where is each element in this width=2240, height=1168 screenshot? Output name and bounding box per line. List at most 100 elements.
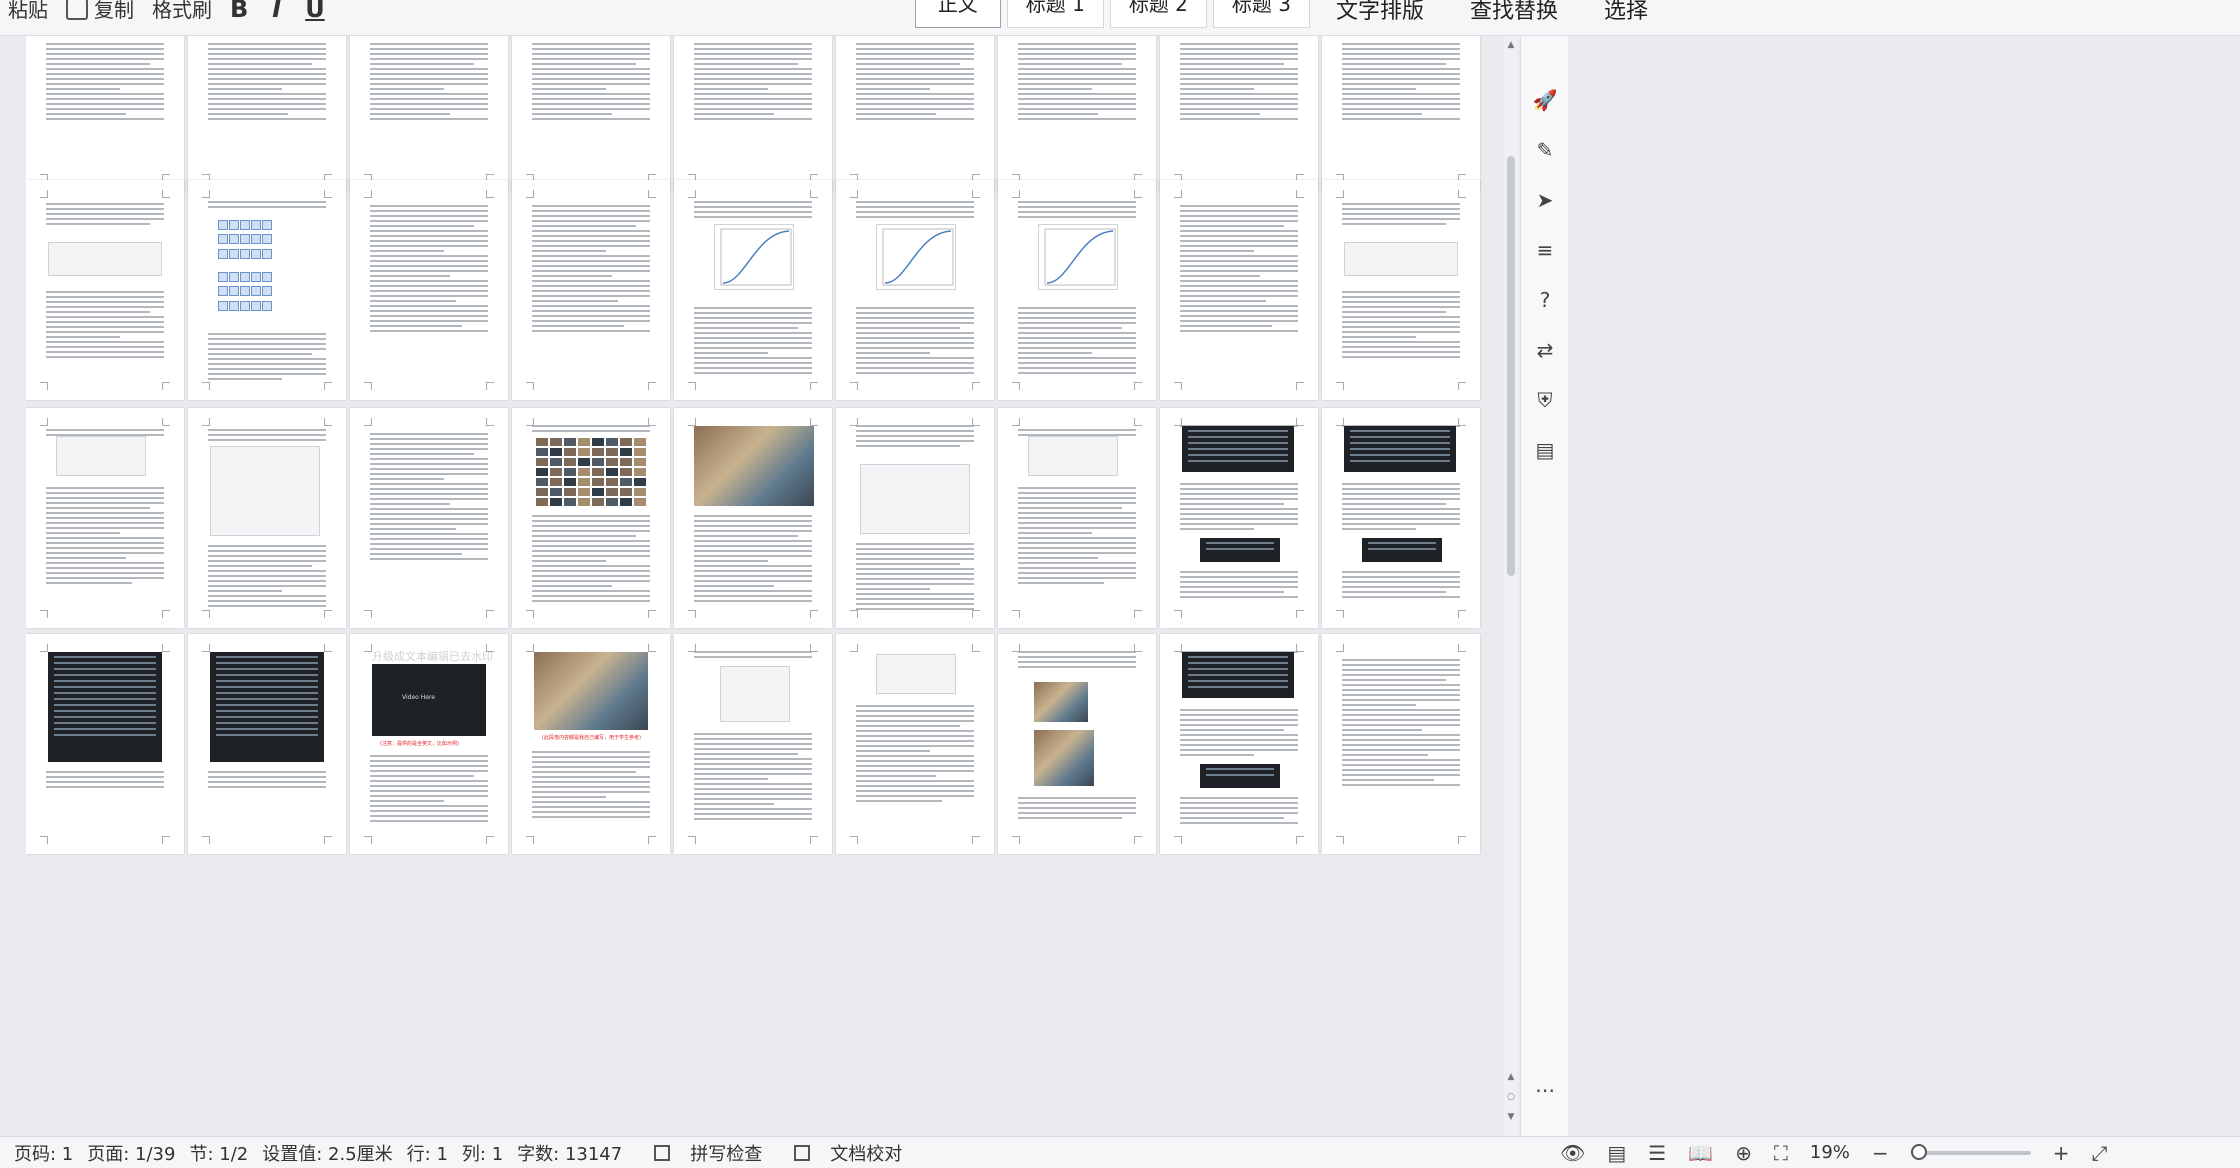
shield-icon[interactable]: ⛨: [1531, 386, 1559, 414]
status-section[interactable]: 节: 1/2: [189, 1140, 248, 1166]
document-page-thumbnail[interactable]: [674, 408, 832, 628]
sliders-icon[interactable]: ≡: [1531, 236, 1559, 264]
document-page-thumbnail[interactable]: [1322, 634, 1480, 854]
zoom-slider[interactable]: [1910, 1143, 2031, 1160]
fit-icon[interactable]: ⛶: [1774, 1141, 1788, 1165]
book-icon[interactable]: ▤: [1531, 436, 1559, 464]
mosaic-tile: [592, 448, 604, 456]
document-page-thumbnail[interactable]: [188, 36, 346, 192]
prev-page-icon[interactable]: ▲: [1506, 1072, 1516, 1082]
document-page-thumbnail[interactable]: [1322, 36, 1480, 192]
document-page-thumbnail[interactable]: [998, 36, 1156, 192]
page-text-block: [694, 198, 812, 221]
document-page-thumbnail[interactable]: [674, 634, 832, 854]
status-setting[interactable]: 设置值: 2.5厘米: [262, 1140, 392, 1166]
zoom-level[interactable]: 19%: [1810, 1142, 1850, 1163]
document-page-thumbnail[interactable]: [998, 180, 1156, 400]
mosaic-tile: [592, 468, 604, 476]
document-page-thumbnail[interactable]: [512, 36, 670, 192]
read-view-icon[interactable]: 📖: [1688, 1141, 1713, 1165]
text-line: [694, 778, 769, 780]
document-page-thumbnail[interactable]: [188, 408, 346, 628]
find-replace-button[interactable]: 查找替换: [1470, 0, 1558, 25]
cursor-icon[interactable]: ➤: [1531, 186, 1559, 214]
document-page-thumbnail[interactable]: [512, 408, 670, 628]
page-view-icon[interactable]: ▤: [1607, 1141, 1626, 1165]
scroll-up-arrow-icon[interactable]: ▲: [1506, 40, 1516, 50]
document-page-thumbnail[interactable]: [998, 634, 1156, 854]
zoom-slider-knob[interactable]: [1910, 1143, 1927, 1160]
document-page-thumbnail[interactable]: [350, 180, 508, 400]
document-page-thumbnail[interactable]: [674, 180, 832, 400]
document-page-thumbnail[interactable]: [350, 408, 508, 628]
document-page-thumbnail[interactable]: [1160, 408, 1318, 628]
status-row[interactable]: 行: 1: [407, 1140, 448, 1166]
more-icon[interactable]: ⋯: [1531, 1076, 1559, 1104]
document-page-thumbnail[interactable]: [188, 180, 346, 400]
bold-button[interactable]: B: [230, 0, 248, 23]
eye-icon[interactable]: 👁: [1560, 1141, 1585, 1165]
document-page-thumbnail[interactable]: [1160, 36, 1318, 192]
text-line: [1180, 503, 1284, 505]
outline-view-icon[interactable]: ☰: [1648, 1141, 1666, 1165]
doc-proof-button[interactable]: 文档校对: [780, 1140, 902, 1166]
document-page-thumbnail[interactable]: [998, 408, 1156, 628]
style-heading-1[interactable]: 标题 1: [1006, 0, 1104, 28]
document-page-thumbnail[interactable]: [1322, 180, 1480, 400]
text-line: [46, 321, 164, 323]
document-page-thumbnail[interactable]: [836, 36, 994, 192]
fullscreen-icon[interactable]: ⤢: [2091, 1141, 2107, 1165]
text-line: [1180, 749, 1298, 751]
next-page-icon[interactable]: ▼: [1506, 1112, 1516, 1122]
document-page-thumbnail[interactable]: [1160, 180, 1318, 400]
document-page-thumbnail[interactable]: [512, 180, 670, 400]
translate-icon[interactable]: ⇄: [1531, 336, 1559, 364]
document-page-thumbnail[interactable]: (此段落内容都是我自己编写，用于学生参考): [512, 634, 670, 854]
status-page-code[interactable]: 页码: 1: [14, 1140, 73, 1166]
copy-button[interactable]: 复制: [66, 0, 134, 27]
status-word-count[interactable]: 字数: 13147: [517, 1140, 622, 1166]
document-pages-area[interactable]: Video Here 升级成文本编辑已去水印 (注意：提供的是全英文，比如示例) (此…: [26, 36, 1496, 1136]
document-page-thumbnail[interactable]: [26, 36, 184, 192]
format-painter-button[interactable]: 格式刷: [152, 0, 212, 27]
page-text-block: [1342, 288, 1460, 361]
document-page-thumbnail[interactable]: [836, 634, 994, 854]
italic-button[interactable]: I: [272, 0, 281, 23]
status-col[interactable]: 列: 1: [462, 1140, 503, 1166]
web-view-icon[interactable]: ⊕: [1735, 1141, 1752, 1165]
document-page-thumbnail[interactable]: [836, 408, 994, 628]
zoom-in-icon[interactable]: +: [2053, 1141, 2070, 1165]
page-select-icon[interactable]: ○: [1506, 1092, 1516, 1102]
underline-button[interactable]: U: [305, 0, 325, 23]
page-text-block: [208, 768, 326, 791]
vertical-scrollbar[interactable]: ▲ ▲ ○ ▼: [1504, 36, 1518, 1136]
text-layout-button[interactable]: 文字排版: [1336, 0, 1424, 25]
spell-check-button[interactable]: 拼写检查: [640, 1140, 762, 1166]
select-button[interactable]: 选择: [1604, 0, 1648, 25]
document-page-thumbnail[interactable]: [26, 408, 184, 628]
document-page-thumbnail[interactable]: [350, 36, 508, 192]
document-page-thumbnail[interactable]: [26, 634, 184, 854]
document-page-thumbnail[interactable]: [26, 180, 184, 400]
paste-button[interactable]: 粘贴: [8, 0, 48, 27]
text-line: [1342, 68, 1460, 70]
help-icon[interactable]: ?: [1531, 286, 1559, 314]
document-page-thumbnail[interactable]: Video Here 升级成文本编辑已去水印 (注意：提供的是全英文，比如示例): [350, 634, 508, 854]
text-line: [1018, 43, 1136, 45]
document-page-thumbnail[interactable]: [1322, 408, 1480, 628]
pen-icon[interactable]: ✎: [1531, 136, 1559, 164]
style-heading-2[interactable]: 标题 2: [1109, 0, 1207, 28]
zoom-out-icon[interactable]: −: [1872, 1141, 1889, 1165]
text-line: [1342, 321, 1460, 323]
status-page[interactable]: 页面: 1/39: [87, 1140, 175, 1166]
document-page-thumbnail[interactable]: [188, 634, 346, 854]
mosaic-tile: [550, 458, 562, 466]
text-line: [46, 108, 164, 110]
scrollbar-thumb[interactable]: [1507, 156, 1515, 576]
document-page-thumbnail[interactable]: [836, 180, 994, 400]
style-normal[interactable]: 正文: [914, 0, 1001, 28]
document-page-thumbnail[interactable]: [674, 36, 832, 192]
rocket-icon[interactable]: 🚀: [1531, 86, 1559, 114]
style-heading-3[interactable]: 标题 3: [1212, 0, 1311, 28]
document-page-thumbnail[interactable]: [1160, 634, 1318, 854]
